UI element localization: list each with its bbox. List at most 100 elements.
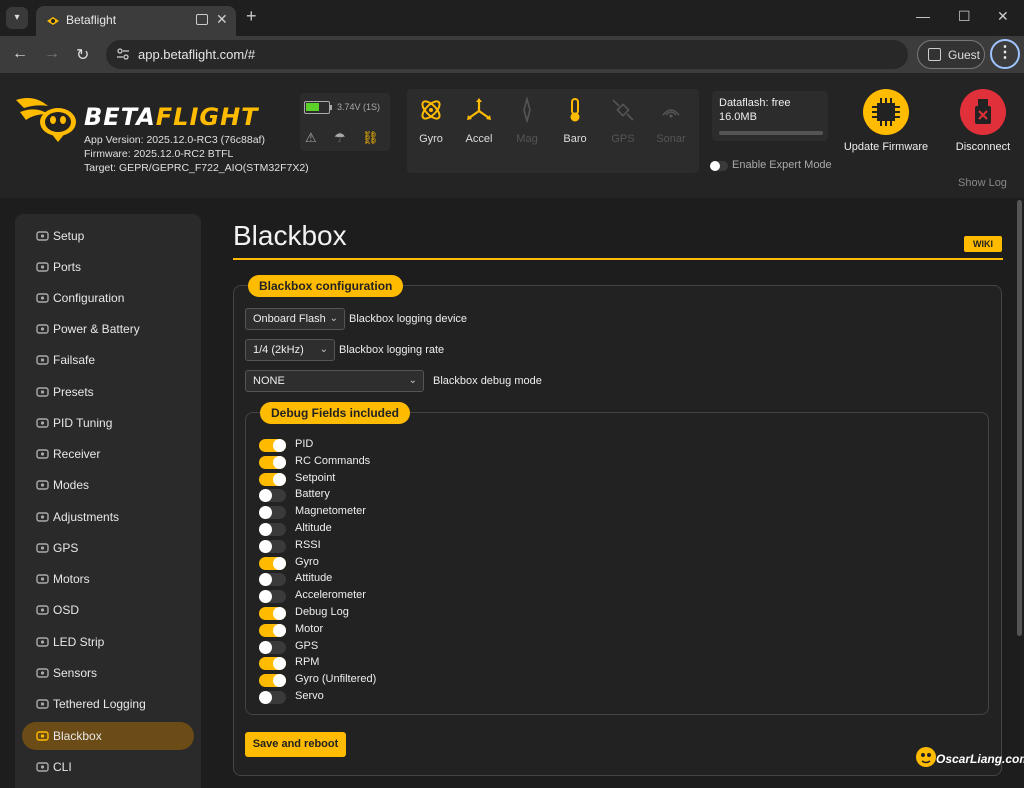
show-log-link[interactable]: Show Log (958, 177, 1007, 189)
gps-icon (612, 99, 634, 121)
maximize-icon[interactable]: ☐ (958, 8, 971, 25)
browser-tab[interactable]: Betaflight ✕ (36, 6, 236, 36)
debug-field-toggle[interactable] (259, 439, 286, 452)
sidebar-item-osd[interactable]: OSD (22, 596, 194, 624)
wordmark-flight: FLIGHT (155, 103, 259, 131)
debug-field-toggle[interactable] (259, 607, 286, 620)
debug-field-label: RSSI (295, 538, 321, 551)
window-close-icon[interactable]: ✕ (997, 8, 1009, 25)
reload-icon[interactable]: ↻ (76, 45, 89, 65)
debug-field-label: RC Commands (295, 454, 371, 467)
sidebar-item-adjustments[interactable]: Adjustments (22, 503, 194, 531)
dataflash-label: Dataflash: free (719, 97, 791, 109)
url-field[interactable]: app.betaflight.com/# (106, 40, 908, 69)
sidebar-item-modes[interactable]: Modes (22, 471, 194, 499)
site-info-icon[interactable] (116, 47, 130, 61)
minimize-icon[interactable]: — (916, 8, 930, 24)
guest-profile-button[interactable]: Guest (917, 40, 985, 69)
osd-icon (36, 604, 49, 616)
sidebar-item-presets[interactable]: Presets (22, 378, 194, 406)
tab-media-icon[interactable] (196, 14, 208, 25)
wiki-button[interactable]: WIKI (964, 236, 1002, 252)
back-icon[interactable]: ← (12, 45, 28, 63)
sidebar-item-label: PID Tuning (53, 416, 113, 430)
debug-field-label: Motor (295, 622, 324, 635)
page-title: Blackbox (233, 220, 347, 251)
forward-icon[interactable]: → (44, 45, 60, 63)
sensor-mag: Mag (503, 97, 551, 145)
debug-field-toggle[interactable] (259, 539, 286, 553)
debug-field-toggle[interactable] (259, 556, 286, 570)
debug-field-toggle[interactable] (259, 455, 286, 469)
sensor-baro: Baro (551, 97, 599, 145)
sidebar-item-power-battery[interactable]: Power & Battery (22, 315, 194, 343)
debug-field-label: PID (295, 438, 314, 450)
debug-field-toggle[interactable] (259, 506, 286, 520)
sidebar-item-pid-tuning[interactable]: PID Tuning (22, 409, 194, 437)
sidebar-item-motors[interactable]: Motors (22, 565, 194, 593)
sidebar-item-led-strip[interactable]: LED Strip (22, 628, 194, 656)
debug-field-label: Gyro (Unfiltered) (295, 673, 377, 686)
accel-icon (467, 98, 491, 120)
watermark-text: OscarLiang.com (936, 752, 1024, 766)
tab-title: Betaflight (66, 13, 117, 27)
tab-close-icon[interactable]: ✕ (216, 11, 228, 28)
sidebar-item-configuration[interactable]: Configuration (22, 284, 194, 312)
usb-disconnect-icon (960, 89, 1006, 135)
sidebar-item-setup[interactable]: Setup (22, 222, 194, 250)
wordmark-beta: BETA (84, 103, 156, 131)
sidebar-item-sensors[interactable]: Sensors (22, 659, 194, 687)
warning-icon: ⚠ (305, 130, 317, 145)
firmware-version: Firmware: 2025.12.0-RC2 BTFL (84, 148, 234, 160)
blackbox-icon (36, 730, 49, 742)
debug-field-toggle[interactable] (259, 623, 286, 637)
debug-mode-label: Blackbox debug mode (433, 375, 542, 387)
debug-field-toggle[interactable] (259, 657, 286, 671)
sidebar-item-failsafe[interactable]: Failsafe (22, 346, 194, 374)
sensor-gyro: Gyro (407, 97, 455, 145)
debug-mode-select[interactable]: NONE ⌄ (245, 370, 424, 392)
debug-field-toggle[interactable] (259, 590, 286, 604)
app-version: App Version: 2025.12.0-RC3 (76c88af) (84, 134, 265, 146)
betaflight-favicon-icon (47, 17, 59, 25)
sidebar-item-tethered-logging[interactable]: Tethered Logging (22, 690, 194, 718)
debug-field-toggle[interactable] (259, 523, 286, 536)
debug-field-toggle[interactable] (259, 573, 286, 587)
sensor-label: Baro (563, 133, 587, 145)
debug-field-toggle[interactable] (259, 489, 286, 503)
sidebar-item-label: LED Strip (53, 635, 105, 649)
sidebar-item-label: Receiver (53, 447, 101, 461)
guest-label: Guest (948, 48, 981, 62)
address-bar: ← → ↻ app.betaflight.com/# Guest ⋮ (0, 36, 1024, 73)
browser-menu-icon[interactable]: ⋮ (990, 39, 1020, 69)
debug-field-label: Accelerometer (295, 589, 366, 602)
page-scrollbar[interactable] (1017, 200, 1022, 636)
logging-rate-select[interactable]: 1/4 (2kHz) ⌄ (245, 339, 335, 361)
tethered-icon (36, 698, 49, 710)
logging-rate-value: 1/4 (2kHz) (253, 344, 304, 356)
debug-field-label: Debug Log (295, 606, 349, 618)
sidebar-item-cli[interactable]: CLI (22, 753, 194, 781)
sidebar-item-gps[interactable]: GPS (22, 534, 194, 562)
debug-fields-header: Debug Fields included (260, 402, 411, 424)
browser-tab-bar: ▾ Betaflight ✕ + — ☐ ✕ (0, 0, 1024, 36)
debug-field-toggle[interactable] (259, 691, 286, 704)
tab-search-button[interactable]: ▾ (6, 7, 28, 29)
baro-icon (570, 98, 580, 122)
logging-device-select[interactable]: Onboard Flash ⌄ (245, 308, 345, 330)
disconnect-button[interactable]: Disconnect (950, 89, 1016, 153)
sidebar-item-receiver[interactable]: Receiver (22, 440, 194, 468)
new-tab-icon[interactable]: + (246, 6, 257, 27)
config-section-header: Blackbox configuration (248, 275, 404, 297)
debug-field-toggle[interactable] (259, 472, 286, 486)
sidebar-item-blackbox[interactable]: Blackbox (22, 722, 194, 750)
debug-field-toggle[interactable] (259, 674, 286, 688)
expert-mode-toggle[interactable] (710, 161, 728, 171)
sidebar-item-label: Failsafe (53, 353, 96, 367)
sidebar-item-ports[interactable]: Ports (22, 253, 194, 281)
logging-device-value: Onboard Flash (253, 313, 326, 325)
debug-field-toggle[interactable] (259, 640, 286, 654)
update-firmware-button[interactable]: Update Firmware (840, 89, 932, 153)
sensor-label: Accel (465, 133, 493, 145)
save-and-reboot-button[interactable]: Save and reboot (245, 732, 346, 757)
